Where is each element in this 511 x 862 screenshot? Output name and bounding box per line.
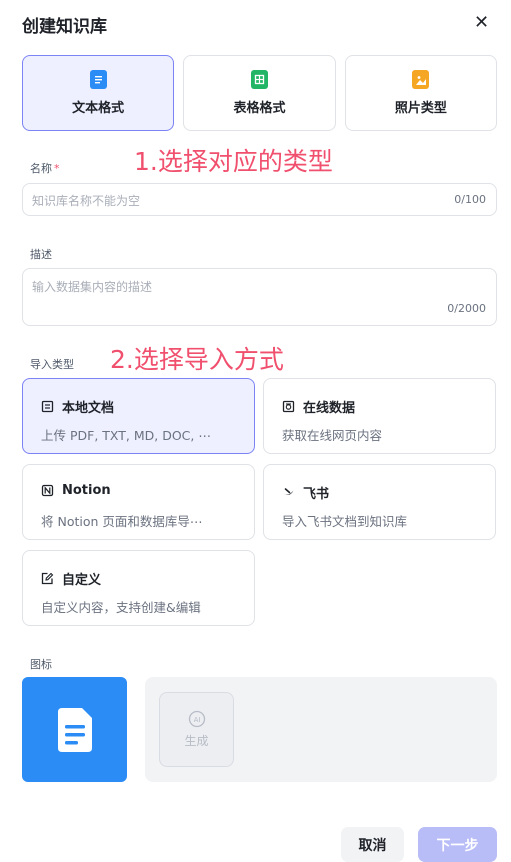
required-mark: *: [54, 162, 60, 175]
icon-generator-panel: AI 生成: [145, 677, 497, 782]
import-type-label: 导入类型: [30, 358, 74, 371]
import-option-title: 飞书: [282, 483, 329, 502]
description-textarea[interactable]: 输入数据集内容的描述 0/2000: [22, 268, 497, 326]
import-option-desc: 将 Notion 页面和数据库导⋯: [41, 514, 203, 529]
import-option-online-data[interactable]: 在线数据 获取在线网页内容: [263, 378, 496, 454]
ai-icon: AI: [188, 710, 205, 728]
format-label: 表格格式: [233, 101, 286, 116]
description-label: 描述: [30, 248, 52, 261]
import-option-title: 自定义: [41, 569, 101, 588]
name-label: 名称 *: [30, 160, 60, 176]
import-option-notion[interactable]: Notion 将 Notion 页面和数据库导⋯: [22, 464, 255, 540]
format-card-image[interactable]: 照片类型: [344, 55, 497, 131]
name-placeholder: 知识库名称不能为空: [32, 194, 141, 208]
format-card-table[interactable]: 表格格式: [183, 55, 336, 131]
format-selector: 文本格式 表格格式 照片类型: [22, 55, 497, 131]
import-option-label: 在线数据: [303, 401, 356, 416]
name-counter: 0/100: [454, 193, 486, 206]
ai-generate-label: 生成: [184, 734, 209, 748]
import-option-desc: 获取在线网页内容: [282, 428, 383, 443]
import-option-desc: 导入飞书文档到知识库: [282, 514, 408, 529]
import-option-title: 本地文档: [41, 397, 114, 416]
notion-icon: [41, 484, 54, 497]
document-icon: [89, 70, 107, 89]
custom-edit-icon: [41, 572, 54, 585]
import-option-label: 自定义: [62, 573, 102, 588]
annotation-step2: 2.选择导入方式: [110, 345, 284, 374]
table-icon: [250, 70, 268, 89]
dialog-title: 创建知识库: [22, 17, 107, 37]
import-option-label: 飞书: [303, 487, 330, 502]
import-option-desc: 上传 PDF, TXT, MD, DOC, ⋯: [41, 428, 211, 443]
close-icon[interactable]: ✕: [474, 12, 489, 33]
online-data-icon: [282, 400, 295, 413]
ai-generate-button[interactable]: AI 生成: [159, 692, 234, 767]
import-option-custom[interactable]: 自定义 自定义内容，支持创建&编辑: [22, 550, 255, 626]
icon-label: 图标: [30, 658, 52, 671]
name-input[interactable]: 知识库名称不能为空 0/100: [22, 183, 497, 216]
import-option-label: 本地文档: [62, 401, 115, 416]
image-icon: [412, 70, 430, 89]
feishu-icon: [283, 488, 294, 496]
name-label-text: 名称: [30, 162, 52, 175]
import-option-label: Notion: [62, 483, 111, 498]
local-document-icon: [41, 400, 54, 413]
import-option-local-document[interactable]: 本地文档 上传 PDF, TXT, MD, DOC, ⋯: [22, 378, 255, 454]
format-card-text[interactable]: 文本格式: [22, 55, 175, 131]
cancel-button[interactable]: 取消: [341, 827, 404, 862]
import-option-desc: 自定义内容，支持创建&编辑: [41, 600, 201, 615]
import-option-title: Notion: [41, 483, 111, 498]
description-placeholder: 输入数据集内容的描述: [32, 280, 153, 294]
format-label: 文本格式: [72, 101, 125, 116]
document-icon: [57, 707, 92, 752]
svg-text:AI: AI: [193, 716, 200, 724]
next-step-button[interactable]: 下一步: [418, 827, 497, 862]
format-label: 照片类型: [394, 101, 447, 116]
annotation-step1: 1.选择对应的类型: [134, 147, 333, 176]
selected-dataset-icon[interactable]: [22, 677, 127, 782]
import-option-title: 在线数据: [282, 397, 355, 416]
import-option-feishu[interactable]: 飞书 导入飞书文档到知识库: [263, 464, 496, 540]
description-counter: 0/2000: [447, 302, 486, 315]
